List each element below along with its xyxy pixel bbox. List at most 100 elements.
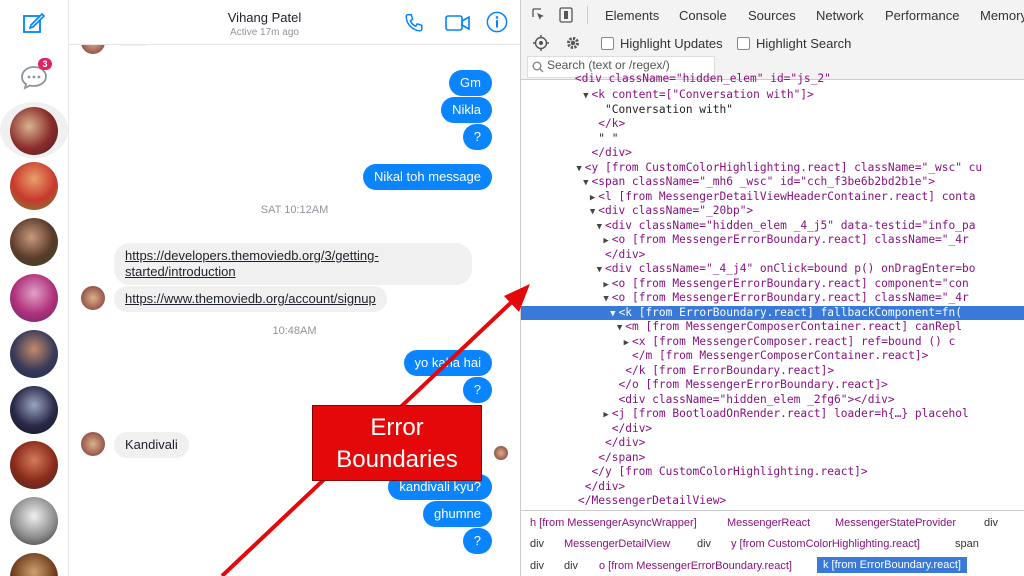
avatar[interactable]	[10, 330, 58, 378]
tab-console[interactable]: Console	[679, 8, 727, 23]
avatar[interactable]	[10, 497, 58, 545]
avatar[interactable]	[10, 162, 58, 210]
breadcrumb: h [from MessengerAsyncWrapper] MessengerR…	[521, 510, 1024, 576]
tree-row[interactable]: "Conversation with"	[521, 103, 1024, 118]
breadcrumb-item[interactable]: div	[530, 538, 544, 550]
info-icon[interactable]	[486, 11, 508, 33]
tree-row[interactable]: <div className="hidden_elem _2fg6"></div…	[521, 393, 1024, 408]
tree-row[interactable]: </div>	[521, 248, 1024, 263]
tree-node-text: </m [from MessengerComposerContainer.rea…	[632, 349, 929, 362]
search-placeholder: Search (text or /regex/)	[547, 58, 670, 72]
device-toolbar-icon[interactable]	[559, 7, 573, 23]
tree-row[interactable]: ▶ <o [from MessengerErrorBoundary.react] …	[521, 277, 1024, 292]
highlight-search-checkbox[interactable]	[737, 37, 750, 50]
tree-node-text: </k>	[598, 117, 626, 130]
tree-row[interactable]: </o [from MessengerErrorBoundary.react]>	[521, 378, 1024, 393]
expand-arrow-icon[interactable]: ▼	[521, 307, 619, 322]
breadcrumb-item[interactable]: span	[955, 538, 979, 550]
tree-row[interactable]: </y [from CustomColorHighlighting.react]…	[521, 465, 1024, 480]
expand-arrow-icon[interactable]: ▼	[521, 89, 592, 104]
callout-line-2: Boundaries	[336, 446, 458, 473]
expand-arrow-icon[interactable]: ▼	[521, 321, 625, 336]
tree-row[interactable]: ▼ <y [from CustomColorHighlighting.react]…	[521, 161, 1024, 176]
expand-arrow-icon[interactable]: ▼	[521, 220, 605, 235]
expand-arrow-icon[interactable]: ▼	[521, 205, 598, 220]
message-bubble: ghumne	[423, 501, 492, 527]
message-link[interactable]: started/introduction	[125, 264, 236, 279]
tree-row[interactable]: </m [from MessengerComposerContainer.rea…	[521, 349, 1024, 364]
avatar[interactable]	[10, 274, 58, 322]
tree-row[interactable]: ▶ <l [from MessengerDetailViewHeaderConta…	[521, 190, 1024, 205]
tab-elements[interactable]: Elements	[605, 8, 659, 23]
collapse-arrow-icon[interactable]: ▶	[521, 191, 598, 206]
avatar[interactable]	[10, 218, 58, 266]
tab-performance[interactable]: Performance	[885, 8, 959, 23]
tree-row[interactable]: ▼ <div className="hidden_elem _4_j5" data…	[521, 219, 1024, 234]
tree-row[interactable]: ▼ <o [from MessengerErrorBoundary.react] …	[521, 291, 1024, 306]
tree-row[interactable]: ▼ <m [from MessengerComposerContainer.rea…	[521, 320, 1024, 335]
tree-row[interactable]: ▼ <div className="_4_j4" onClick=bound p(…	[521, 262, 1024, 277]
tree-row[interactable]: ▼ <div className="_20bp">	[521, 204, 1024, 219]
collapse-arrow-icon[interactable]: ▶	[521, 408, 612, 423]
timestamp: SAT 10:12AM	[260, 204, 329, 216]
breadcrumb-item[interactable]: MessengerDetailView	[564, 538, 670, 550]
expand-arrow-icon[interactable]: ▼	[521, 176, 592, 191]
tree-row[interactable]: " "	[521, 132, 1024, 147]
highlight-updates-checkbox[interactable]	[601, 37, 614, 50]
breadcrumb-item-selected[interactable]: k [from ErrorBoundary.react]	[817, 557, 967, 573]
avatar[interactable]	[10, 553, 58, 576]
tree-row[interactable]: ▶ <j [from BootloadOnRender.react] loader…	[521, 407, 1024, 422]
breadcrumb-item[interactable]: y [from CustomColorHighlighting.react]	[731, 538, 920, 550]
gear-icon[interactable]	[565, 35, 581, 51]
breadcrumb-item[interactable]: div	[530, 560, 544, 572]
avatar[interactable]	[10, 441, 58, 489]
breadcrumb-item[interactable]: div	[564, 560, 578, 572]
tree-row[interactable]: ▼ <span className="_mh6 _wsc" id="cch_f3b…	[521, 175, 1024, 190]
breadcrumb-item[interactable]: div	[984, 517, 998, 529]
message-link[interactable]: https://developers.themoviedb.org/3/gett…	[125, 248, 379, 263]
tree-row[interactable]: </k>	[521, 117, 1024, 132]
read-receipt-avatar	[494, 446, 508, 460]
inspect-element-icon[interactable]	[532, 8, 546, 22]
conversations-button[interactable]	[0, 54, 68, 100]
tree-row[interactable]: </k [from ErrorBoundary.react]>	[521, 364, 1024, 379]
tree-row[interactable]: ▼ <k content=["Conversation with"]>	[521, 88, 1024, 103]
error-boundaries-callout: Error Boundaries	[312, 405, 482, 481]
breadcrumb-item[interactable]: h [from MessengerAsyncWrapper]	[530, 517, 697, 529]
target-icon[interactable]	[533, 35, 549, 51]
breadcrumb-item[interactable]: o [from MessengerErrorBoundary.react]	[599, 560, 792, 572]
tree-row[interactable]: ▶ <o [from MessengerErrorBoundary.react] …	[521, 233, 1024, 248]
breadcrumb-item[interactable]: MessengerStateProvider	[835, 517, 956, 529]
avatar[interactable]	[10, 107, 58, 155]
tree-row[interactable]: </MessengerDetailView>	[521, 494, 1024, 509]
breadcrumb-item[interactable]: div	[697, 538, 711, 550]
collapse-arrow-icon[interactable]: ▶	[521, 336, 632, 351]
compose-icon[interactable]	[22, 11, 46, 35]
tree-row-selected[interactable]: ▼ <k [from ErrorBoundary.react] fallbackC…	[521, 305, 1024, 322]
tree-row[interactable]: </div>	[521, 436, 1024, 451]
tree-node-text: </span>	[598, 450, 646, 464]
tab-sources[interactable]: Sources	[748, 8, 796, 23]
phone-icon[interactable]	[403, 12, 425, 34]
expand-arrow-icon[interactable]: ▼	[521, 263, 605, 278]
breadcrumb-item[interactable]: MessengerReact	[727, 517, 810, 529]
message-bubble: Kandivali	[114, 432, 189, 458]
message-link[interactable]: https://www.themoviedb.org/account/signu…	[125, 291, 376, 306]
tree-node-text: <o [from MessengerErrorBoundary.react] c…	[611, 291, 969, 304]
collapse-arrow-icon[interactable]: ▶	[521, 278, 612, 293]
tree-row[interactable]: ▶ <x [from MessengerComposer.react] ref=b…	[521, 335, 1024, 350]
tab-memory[interactable]: Memory	[980, 8, 1024, 23]
expand-arrow-icon[interactable]: ▼	[521, 162, 585, 177]
react-devtools-toolbar: Highlight Updates Highlight Search	[521, 30, 1024, 55]
expand-arrow-icon[interactable]: ▼	[521, 292, 612, 307]
tree-row[interactable]: </span>	[521, 451, 1024, 466]
unread-badge: 3	[38, 58, 52, 70]
tab-network[interactable]: Network	[816, 8, 864, 23]
collapse-arrow-icon[interactable]: ▶	[521, 234, 612, 249]
tree-node-text: </div>	[584, 479, 626, 493]
avatar[interactable]	[10, 386, 58, 434]
tree-row[interactable]: </div>	[521, 146, 1024, 161]
video-icon[interactable]	[445, 14, 471, 32]
tree-row[interactable]: </div>	[521, 422, 1024, 437]
tree-row[interactable]: </div>	[521, 480, 1024, 495]
